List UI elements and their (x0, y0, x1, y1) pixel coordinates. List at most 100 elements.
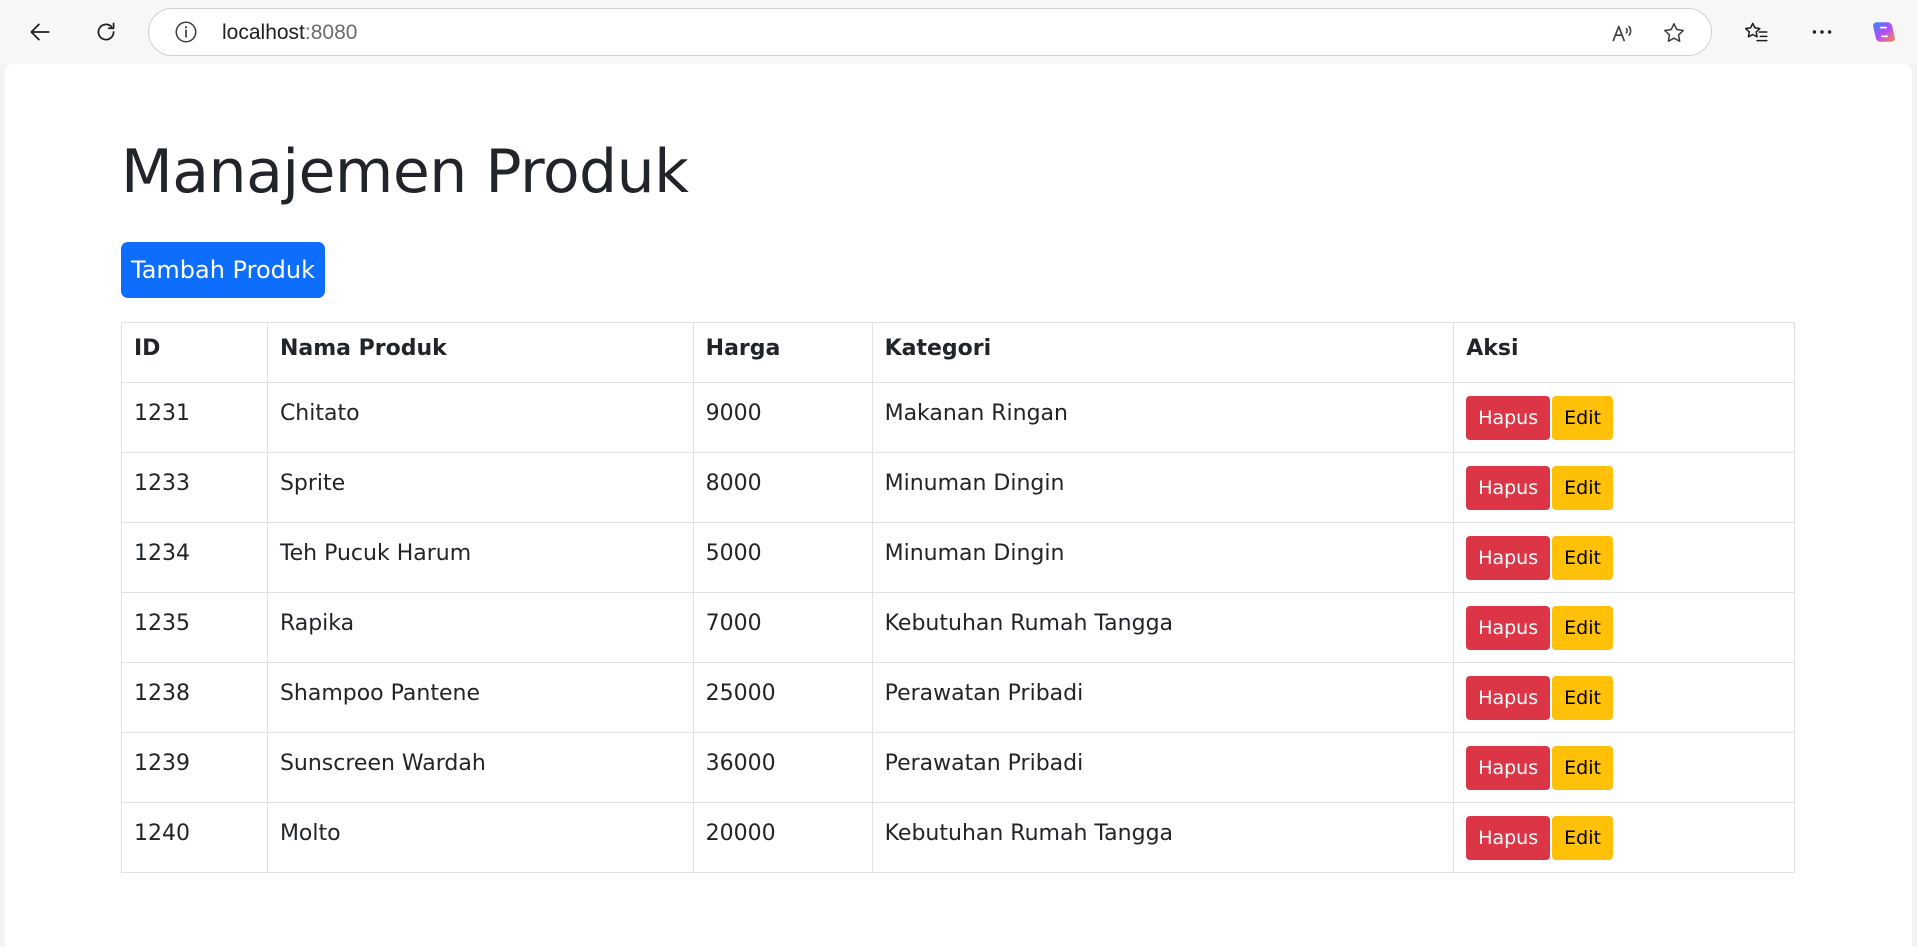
product-id: 1239 (134, 751, 190, 776)
info-icon[interactable] (173, 19, 199, 45)
cell-name: Sunscreen Wardah (266, 732, 694, 803)
header-name-label: Nama Produk (279, 336, 447, 361)
address-bar[interactable]: localhost:8080 (148, 8, 1712, 56)
product-category: Minuman Dingin (884, 471, 1065, 496)
edit-button[interactable]: Edit (1552, 395, 1613, 440)
cell-name: Molto (266, 802, 694, 873)
delete-button[interactable]: Hapus (1466, 605, 1551, 650)
product-id: 1235 (134, 611, 190, 636)
product-name: Molto (279, 821, 341, 846)
edit-button[interactable]: Edit (1552, 815, 1613, 860)
cell-name: Chitato (266, 382, 694, 453)
table-row: 1235 Rapika 7000 Kebutuhan Rumah Tangga … (121, 592, 1795, 663)
header-category-label: Kategori (884, 336, 992, 361)
header-category: Kategori (871, 322, 1455, 383)
read-aloud-button[interactable] (1607, 18, 1637, 48)
header-id: ID (121, 322, 268, 383)
header-price-label: Harga (705, 336, 781, 361)
header-action: Aksi (1453, 322, 1795, 383)
product-name: Sprite (279, 471, 346, 496)
delete-button[interactable]: Hapus (1466, 815, 1551, 860)
back-button[interactable] (20, 12, 60, 52)
table-row: 1240 Molto 20000 Kebutuhan Rumah Tangga … (121, 802, 1795, 873)
url-host: localhost (222, 21, 305, 44)
cell-id: 1239 (121, 732, 268, 803)
product-name: Shampoo Pantene (279, 681, 480, 706)
cell-action: Hapus Edit (1453, 592, 1795, 663)
more-options-button[interactable] (1802, 12, 1842, 52)
product-category: Minuman Dingin (884, 541, 1065, 566)
delete-button[interactable]: Hapus (1466, 745, 1551, 790)
page-title: Manajemen Produk (121, 137, 689, 207)
product-id: 1233 (134, 471, 190, 496)
cell-action: Hapus Edit (1453, 802, 1795, 873)
product-price: 20000 (705, 821, 776, 846)
refresh-icon (97, 22, 115, 41)
add-favorite-button[interactable] (1659, 18, 1689, 48)
table-row: 1239 Sunscreen Wardah 36000 Perawatan Pr… (121, 732, 1795, 803)
edit-button[interactable]: Edit (1552, 675, 1613, 720)
delete-button[interactable]: Hapus (1466, 465, 1551, 510)
cell-price: 20000 (692, 802, 873, 873)
product-category: Kebutuhan Rumah Tangga (884, 611, 1174, 636)
cell-name: Teh Pucuk Harum (266, 522, 694, 593)
url-text[interactable]: localhost:8080 (222, 21, 357, 45)
cell-action: Hapus Edit (1453, 732, 1795, 803)
edit-button[interactable]: Edit (1552, 605, 1613, 650)
delete-button[interactable]: Hapus (1466, 395, 1551, 440)
cell-category: Makanan Ringan (871, 382, 1455, 453)
read-aloud-icon (1612, 25, 1632, 42)
page-content: Manajemen Produk Tambah Produk ID Nama P… (5, 64, 1912, 947)
header-price: Harga (692, 322, 873, 383)
product-price: 25000 (705, 681, 776, 706)
table-row: 1238 Shampoo Pantene 25000 Perawatan Pri… (121, 662, 1795, 733)
delete-button[interactable]: Hapus (1466, 535, 1551, 580)
cell-id: 1234 (121, 522, 268, 593)
product-category: Kebutuhan Rumah Tangga (884, 821, 1174, 846)
cell-category: Minuman Dingin (871, 522, 1455, 593)
table-row: 1233 Sprite 8000 Minuman Dingin Hapus Edi… (121, 452, 1795, 523)
favorites-button[interactable] (1736, 12, 1776, 52)
product-name: Teh Pucuk Harum (279, 541, 472, 566)
cell-category: Perawatan Pribadi (871, 662, 1455, 733)
cell-category: Kebutuhan Rumah Tangga (871, 592, 1455, 663)
edit-button[interactable]: Edit (1552, 465, 1613, 510)
url-port: :8080 (304, 21, 358, 44)
product-category: Perawatan Pribadi (884, 681, 1084, 706)
cell-category: Minuman Dingin (871, 452, 1455, 523)
product-category: Perawatan Pribadi (884, 751, 1084, 776)
cell-category: Perawatan Pribadi (871, 732, 1455, 803)
cell-price: 36000 (692, 732, 873, 803)
product-id: 1234 (134, 541, 190, 566)
refresh-button[interactable] (86, 12, 126, 52)
favorite-star-icon (1664, 23, 1684, 42)
product-id: 1231 (134, 401, 190, 426)
cell-name: Shampoo Pantene (266, 662, 694, 733)
header-id-label: ID (134, 336, 161, 361)
product-price: 7000 (705, 611, 762, 636)
product-id: 1238 (134, 681, 190, 706)
cell-id: 1238 (121, 662, 268, 733)
cell-action: Hapus Edit (1453, 522, 1795, 593)
product-name: Chitato (279, 401, 360, 426)
edit-button[interactable]: Edit (1552, 535, 1613, 580)
cell-id: 1240 (121, 802, 268, 873)
cell-name: Sprite (266, 452, 694, 523)
cell-id: 1235 (121, 592, 268, 663)
add-product-button[interactable]: Tambah Produk (121, 242, 325, 298)
edit-button[interactable]: Edit (1552, 745, 1613, 790)
product-price: 5000 (705, 541, 762, 566)
table-header-row: ID Nama Produk Harga Kategori Aksi (121, 322, 1795, 383)
product-name: Sunscreen Wardah (279, 751, 486, 776)
cell-name: Rapika (266, 592, 694, 663)
table-row: 1234 Teh Pucuk Harum 5000 Minuman Dingin… (121, 522, 1795, 593)
delete-button[interactable]: Hapus (1466, 675, 1551, 720)
table-row: 1231 Chitato 9000 Makanan Ringan Hapus Ed… (121, 382, 1795, 453)
back-arrow-icon (30, 23, 50, 41)
product-price: 9000 (705, 401, 762, 426)
product-price: 8000 (705, 471, 762, 496)
copilot-button[interactable] (1864, 12, 1904, 52)
products-table: ID Nama Produk Harga Kategori Aksi 1231 … (121, 322, 1795, 873)
header-action-label: Aksi (1466, 336, 1519, 361)
product-price: 36000 (705, 751, 776, 776)
